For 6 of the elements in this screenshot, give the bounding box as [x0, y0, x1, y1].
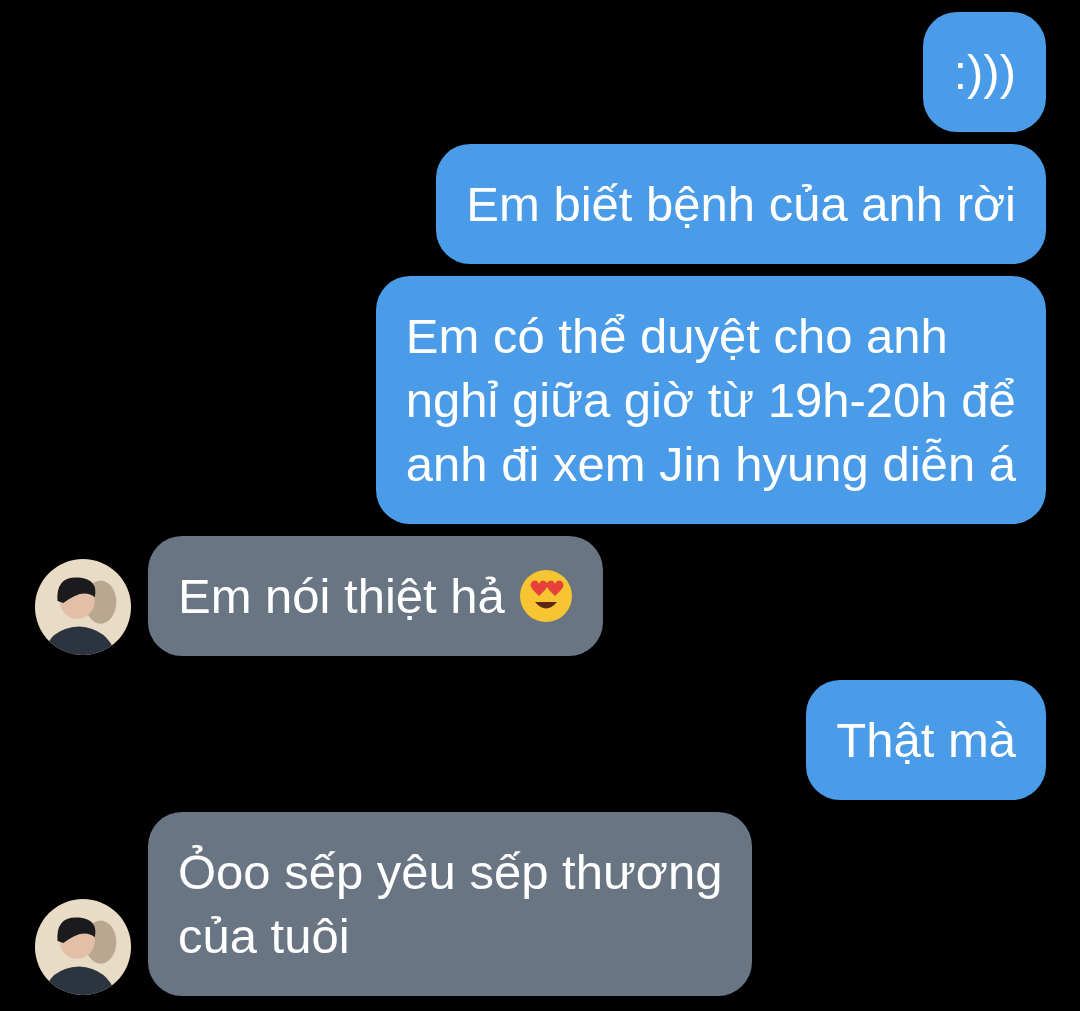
- message-text: Em nói thiệt hả: [178, 568, 505, 625]
- message-text: Thật mà: [836, 712, 1016, 769]
- message-text: Em biết bệnh của anh rời: [466, 176, 1016, 233]
- message-text: :))): [953, 44, 1016, 101]
- message-text: Em có thể duyệt cho anh nghỉ giữa giờ từ 19h-20h để anh đi xem Jin hyung diễn á: [405, 308, 1016, 493]
- message-text: Ỏoo sếp yêu sếp thương của tuôi: [178, 844, 723, 965]
